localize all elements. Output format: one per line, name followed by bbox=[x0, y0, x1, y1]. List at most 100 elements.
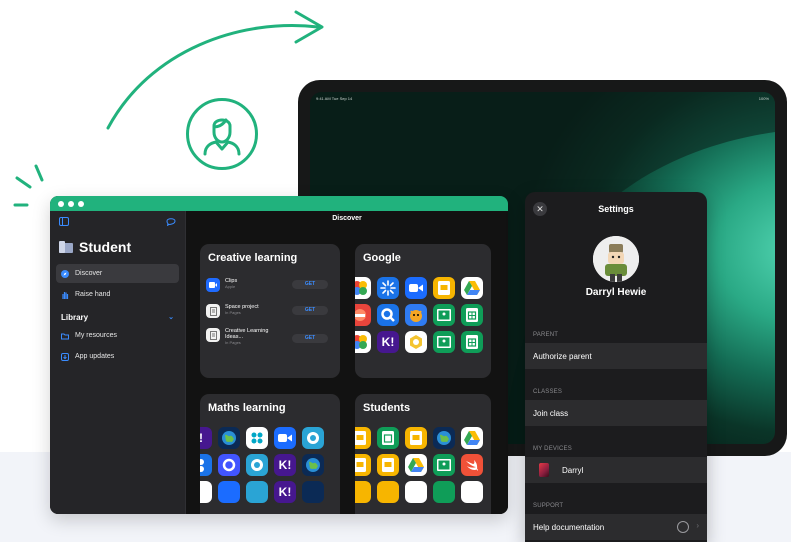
list-item[interactable]: Clips Apple GET bbox=[206, 278, 328, 300]
library-label: Library bbox=[61, 312, 89, 322]
card-creative-learning[interactable]: Creative learning Clips Apple GET Space p… bbox=[200, 244, 340, 378]
google-slides-icon[interactable] bbox=[355, 454, 371, 476]
status-battery: 100% bbox=[758, 96, 769, 101]
google-classroom-icon[interactable] bbox=[433, 304, 455, 326]
sidebar-item-app-updates[interactable]: App updates bbox=[56, 347, 179, 366]
window-titlebar bbox=[50, 196, 508, 211]
google-drive-icon[interactable] bbox=[405, 454, 427, 476]
sparkle-app-icon[interactable] bbox=[377, 277, 399, 299]
section-label-classes: CLASSES bbox=[533, 389, 563, 395]
swift-icon[interactable] bbox=[461, 454, 483, 476]
google-sheets-icon[interactable] bbox=[377, 427, 399, 449]
kahoot-icon[interactable]: ! bbox=[200, 427, 212, 449]
kahoot-icon[interactable]: K! bbox=[274, 454, 296, 476]
join-class-row[interactable]: Join class bbox=[525, 400, 707, 426]
get-button[interactable]: GET bbox=[292, 280, 328, 289]
get-button[interactable]: GET bbox=[292, 306, 328, 315]
sidebar-toggle-icon[interactable] bbox=[59, 217, 69, 226]
user-avatar-image bbox=[593, 236, 639, 282]
kahoot-icon[interactable]: K! bbox=[274, 481, 296, 503]
list-item[interactable]: Creative Learning Ideas... In Pages GET bbox=[206, 328, 328, 356]
marketing-illustration: 9:41 AM Tue Sep 14 100% Student Discover bbox=[0, 0, 791, 542]
list-item[interactable]: Space project In Pages GET bbox=[206, 304, 328, 326]
document-icon[interactable] bbox=[405, 481, 427, 503]
dots-app-icon[interactable] bbox=[246, 427, 268, 449]
list-item-subtitle: In Pages bbox=[225, 340, 241, 345]
globe-app-icon[interactable] bbox=[218, 427, 240, 449]
section-label-parent: PARENT bbox=[533, 332, 559, 338]
download-icon bbox=[61, 352, 69, 361]
video-call-icon[interactable] bbox=[405, 277, 427, 299]
globe-app-icon[interactable] bbox=[302, 454, 324, 476]
get-button[interactable]: GET bbox=[292, 334, 328, 343]
card-students[interactable]: Students bbox=[355, 394, 491, 514]
authorize-parent-row[interactable]: Authorize parent bbox=[525, 343, 707, 369]
folder-icon bbox=[61, 332, 69, 340]
app-title: Student bbox=[56, 239, 179, 255]
google-sheets-icon[interactable] bbox=[461, 304, 483, 326]
compass-icon bbox=[61, 269, 69, 278]
google-slides-icon[interactable] bbox=[377, 481, 399, 503]
google-sheets-icon[interactable] bbox=[433, 481, 455, 503]
sidebar-item-label: Raise hand bbox=[75, 291, 111, 298]
kahoot-icon[interactable]: K! bbox=[377, 331, 399, 353]
clips-app-icon bbox=[206, 278, 220, 292]
row-label: Darryl bbox=[562, 465, 584, 475]
help-documentation-row[interactable]: Help documentation › bbox=[525, 514, 707, 540]
video-call-icon[interactable] bbox=[274, 427, 296, 449]
video-call-icon[interactable] bbox=[218, 481, 240, 503]
row-label: Authorize parent bbox=[533, 351, 592, 361]
window-zoom-dot[interactable] bbox=[78, 200, 84, 207]
teacher-badge bbox=[186, 98, 258, 170]
card-google[interactable]: Google K! bbox=[355, 244, 491, 378]
globe-app-icon[interactable] bbox=[302, 481, 324, 503]
google-slides-icon[interactable] bbox=[433, 277, 455, 299]
hexagon-app-icon[interactable] bbox=[405, 331, 427, 353]
app-icon-grid bbox=[355, 427, 491, 503]
sidebar-item-my-resources[interactable]: My resources bbox=[56, 326, 179, 345]
google-slides-icon[interactable] bbox=[377, 454, 399, 476]
google-slides-icon[interactable] bbox=[405, 427, 427, 449]
search-app-icon[interactable] bbox=[377, 304, 399, 326]
google-photos-icon[interactable] bbox=[355, 331, 371, 353]
globe-app-icon[interactable] bbox=[433, 427, 455, 449]
google-drive-icon[interactable] bbox=[461, 277, 483, 299]
chevron-down-icon[interactable]: ⌄ bbox=[168, 313, 174, 321]
card-maths-learning[interactable]: Maths learning ! K! bbox=[200, 394, 340, 514]
edu-app-icon[interactable] bbox=[246, 454, 268, 476]
quiz-app-icon[interactable] bbox=[218, 454, 240, 476]
blue-app-icon[interactable] bbox=[200, 454, 212, 476]
red-app-icon[interactable] bbox=[355, 304, 371, 326]
google-photos-icon[interactable] bbox=[355, 277, 371, 299]
google-drive-icon[interactable] bbox=[461, 427, 483, 449]
section-label-devices: MY DEVICES bbox=[533, 446, 572, 452]
sidebar-item-label: Discover bbox=[75, 270, 103, 277]
library-section-header[interactable]: Library ⌄ bbox=[56, 310, 179, 324]
window-close-dot[interactable] bbox=[58, 200, 64, 207]
google-slides-icon[interactable] bbox=[355, 427, 371, 449]
edu-app-icon[interactable] bbox=[302, 427, 324, 449]
window-minimize-dot[interactable] bbox=[68, 200, 74, 207]
school-icon bbox=[59, 241, 73, 253]
google-slides-icon[interactable] bbox=[355, 481, 371, 503]
app-icon-grid: ! K! K! bbox=[200, 427, 340, 503]
white-app-icon[interactable] bbox=[200, 481, 212, 503]
google-classroom-icon[interactable] bbox=[433, 454, 455, 476]
sidebar-item-raise-hand[interactable]: Raise hand bbox=[56, 285, 179, 304]
edu-app-icon[interactable] bbox=[246, 481, 268, 503]
document-icon bbox=[206, 304, 220, 318]
scratchjr-icon[interactable] bbox=[405, 304, 427, 326]
device-row[interactable]: Darryl bbox=[525, 457, 707, 483]
google-classroom-icon[interactable] bbox=[433, 331, 455, 353]
google-sheets-icon[interactable] bbox=[461, 331, 483, 353]
sidebar-item-discover[interactable]: Discover bbox=[56, 264, 179, 283]
message-icon[interactable] bbox=[166, 217, 176, 226]
google-drive-icon[interactable] bbox=[461, 481, 483, 503]
document-icon bbox=[206, 328, 220, 342]
